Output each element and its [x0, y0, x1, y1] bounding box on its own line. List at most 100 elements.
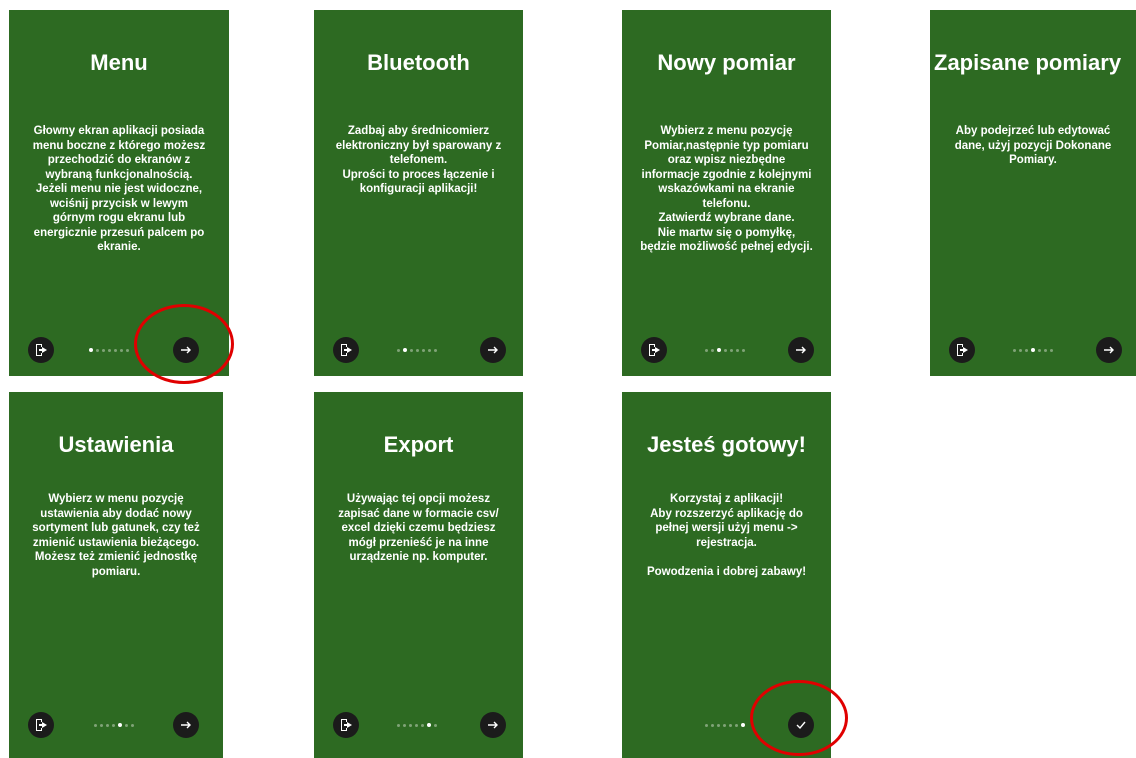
- page-indicator: [397, 723, 437, 727]
- exit-door-icon: [36, 719, 47, 731]
- screen-description: Wybierz w menu pozycję ustawienia aby do…: [32, 493, 200, 578]
- exit-button[interactable]: [949, 337, 975, 363]
- screen-title: Export: [383, 432, 454, 457]
- page-dot-active: [403, 348, 407, 352]
- page-dot: [1038, 348, 1041, 352]
- arrow-right-icon: [181, 346, 191, 354]
- page-dot: [711, 723, 714, 727]
- page-dot: [717, 723, 720, 727]
- onboarding-screen-new-measurement: Nowy pomiar Wybierz z menu pozycję Pomia…: [622, 10, 831, 376]
- onboarding-screen-bluetooth: Bluetooth Zadbaj aby średnicomierz elekt…: [314, 10, 523, 376]
- page-dot: [112, 723, 115, 727]
- page-dot: [403, 723, 406, 727]
- page-dot: [705, 723, 708, 727]
- page-dot: [96, 348, 99, 352]
- exit-button[interactable]: [333, 712, 359, 738]
- page-dot: [131, 723, 134, 727]
- page-dot: [125, 723, 128, 727]
- exit-door-icon: [341, 344, 352, 356]
- page-dot-active: [118, 723, 122, 727]
- page-indicator: [397, 348, 437, 352]
- page-dot: [94, 723, 97, 727]
- page-dot: [409, 723, 412, 727]
- page-dot-active: [1031, 348, 1035, 352]
- next-button[interactable]: [1096, 337, 1122, 363]
- screen-description: Wybierz z menu pozycję Pomiar,następnie …: [640, 125, 813, 253]
- exit-button[interactable]: [641, 337, 667, 363]
- screen-title: Zapisane pomiary: [934, 50, 1122, 75]
- page-dot: [100, 723, 103, 727]
- exit-button[interactable]: [28, 337, 54, 363]
- checkmark-icon: [796, 721, 806, 730]
- screen-description: Zadbaj aby średnicomierz elektroniczny b…: [335, 125, 502, 195]
- page-dot: [108, 348, 111, 352]
- page-dot: [1019, 348, 1022, 352]
- page-dot: [729, 723, 732, 727]
- page-dot: [421, 723, 424, 727]
- screen-description: Głowny ekran aplikacji posiada menu bocz…: [32, 125, 206, 253]
- page-indicator: [1013, 348, 1053, 352]
- next-button[interactable]: [173, 712, 199, 738]
- page-dot-active: [717, 348, 721, 352]
- next-button[interactable]: [480, 712, 506, 738]
- page-dot: [1025, 348, 1028, 352]
- onboarding-screen-export: Export Używając tej opcji możesz zapisać…: [314, 392, 523, 758]
- exit-button[interactable]: [28, 712, 54, 738]
- page-dot: [1050, 348, 1053, 352]
- page-dot: [126, 348, 129, 352]
- page-dot: [415, 723, 418, 727]
- page-dot-active: [427, 723, 431, 727]
- page-dot: [397, 723, 400, 727]
- screen-description: Używając tej opcji możesz zapisać dane w…: [338, 493, 499, 563]
- onboarding-screen-menu: Menu Głowny ekran aplikacji posiada menu…: [9, 10, 229, 376]
- screen-title: Nowy pomiar: [657, 50, 796, 75]
- page-dot: [120, 348, 123, 352]
- onboarding-screen-saved-measurements: Zapisane pomiary Aby podejrzeć lub edyto…: [930, 10, 1136, 376]
- page-dot: [106, 723, 109, 727]
- page-indicator: [705, 348, 745, 352]
- page-dot: [102, 348, 105, 352]
- page-dot: [723, 723, 726, 727]
- page-dot: [416, 348, 419, 352]
- page-dot: [114, 348, 117, 352]
- page-dot: [410, 348, 413, 352]
- page-dot: [434, 348, 437, 352]
- page-dot: [428, 348, 431, 352]
- arrow-right-icon: [796, 346, 806, 354]
- page-dot: [434, 723, 437, 727]
- next-button[interactable]: [173, 337, 199, 363]
- page-dot: [1044, 348, 1047, 352]
- arrow-right-icon: [181, 721, 191, 729]
- arrow-right-icon: [1104, 346, 1114, 354]
- arrow-right-icon: [488, 346, 498, 354]
- screen-title: Bluetooth: [367, 50, 470, 75]
- arrow-right-icon: [488, 721, 498, 729]
- next-button[interactable]: [788, 337, 814, 363]
- page-dot-active: [89, 348, 93, 352]
- next-button[interactable]: [480, 337, 506, 363]
- done-button[interactable]: [788, 712, 814, 738]
- page-dot: [724, 348, 727, 352]
- exit-door-icon: [649, 344, 660, 356]
- exit-door-icon: [341, 719, 352, 731]
- page-dot: [730, 348, 733, 352]
- page-dot: [742, 348, 745, 352]
- onboarding-screen-settings: Ustawienia Wybierz w menu pozycję ustawi…: [9, 392, 223, 758]
- page-dot: [397, 348, 400, 352]
- page-dot: [422, 348, 425, 352]
- screen-description: Korzystaj z aplikacji! Aby rozszerzyć ap…: [646, 493, 807, 578]
- screen-title: Ustawienia: [58, 432, 174, 457]
- page-dot: [705, 348, 708, 352]
- page-indicator: [94, 723, 134, 727]
- onboarding-screen-ready: Jesteś gotowy! Korzystaj z aplikacji! Ab…: [622, 392, 831, 758]
- page-dot: [1013, 348, 1016, 352]
- page-indicator: [89, 348, 129, 352]
- exit-door-icon: [957, 344, 968, 356]
- screen-description: Aby podejrzeć lub edytować dane, użyj po…: [954, 125, 1112, 166]
- exit-button[interactable]: [333, 337, 359, 363]
- page-indicator: [705, 723, 745, 727]
- page-dot: [736, 348, 739, 352]
- screen-title: Jesteś gotowy!: [647, 432, 806, 457]
- page-dot: [735, 723, 738, 727]
- screen-title: Menu: [90, 50, 148, 75]
